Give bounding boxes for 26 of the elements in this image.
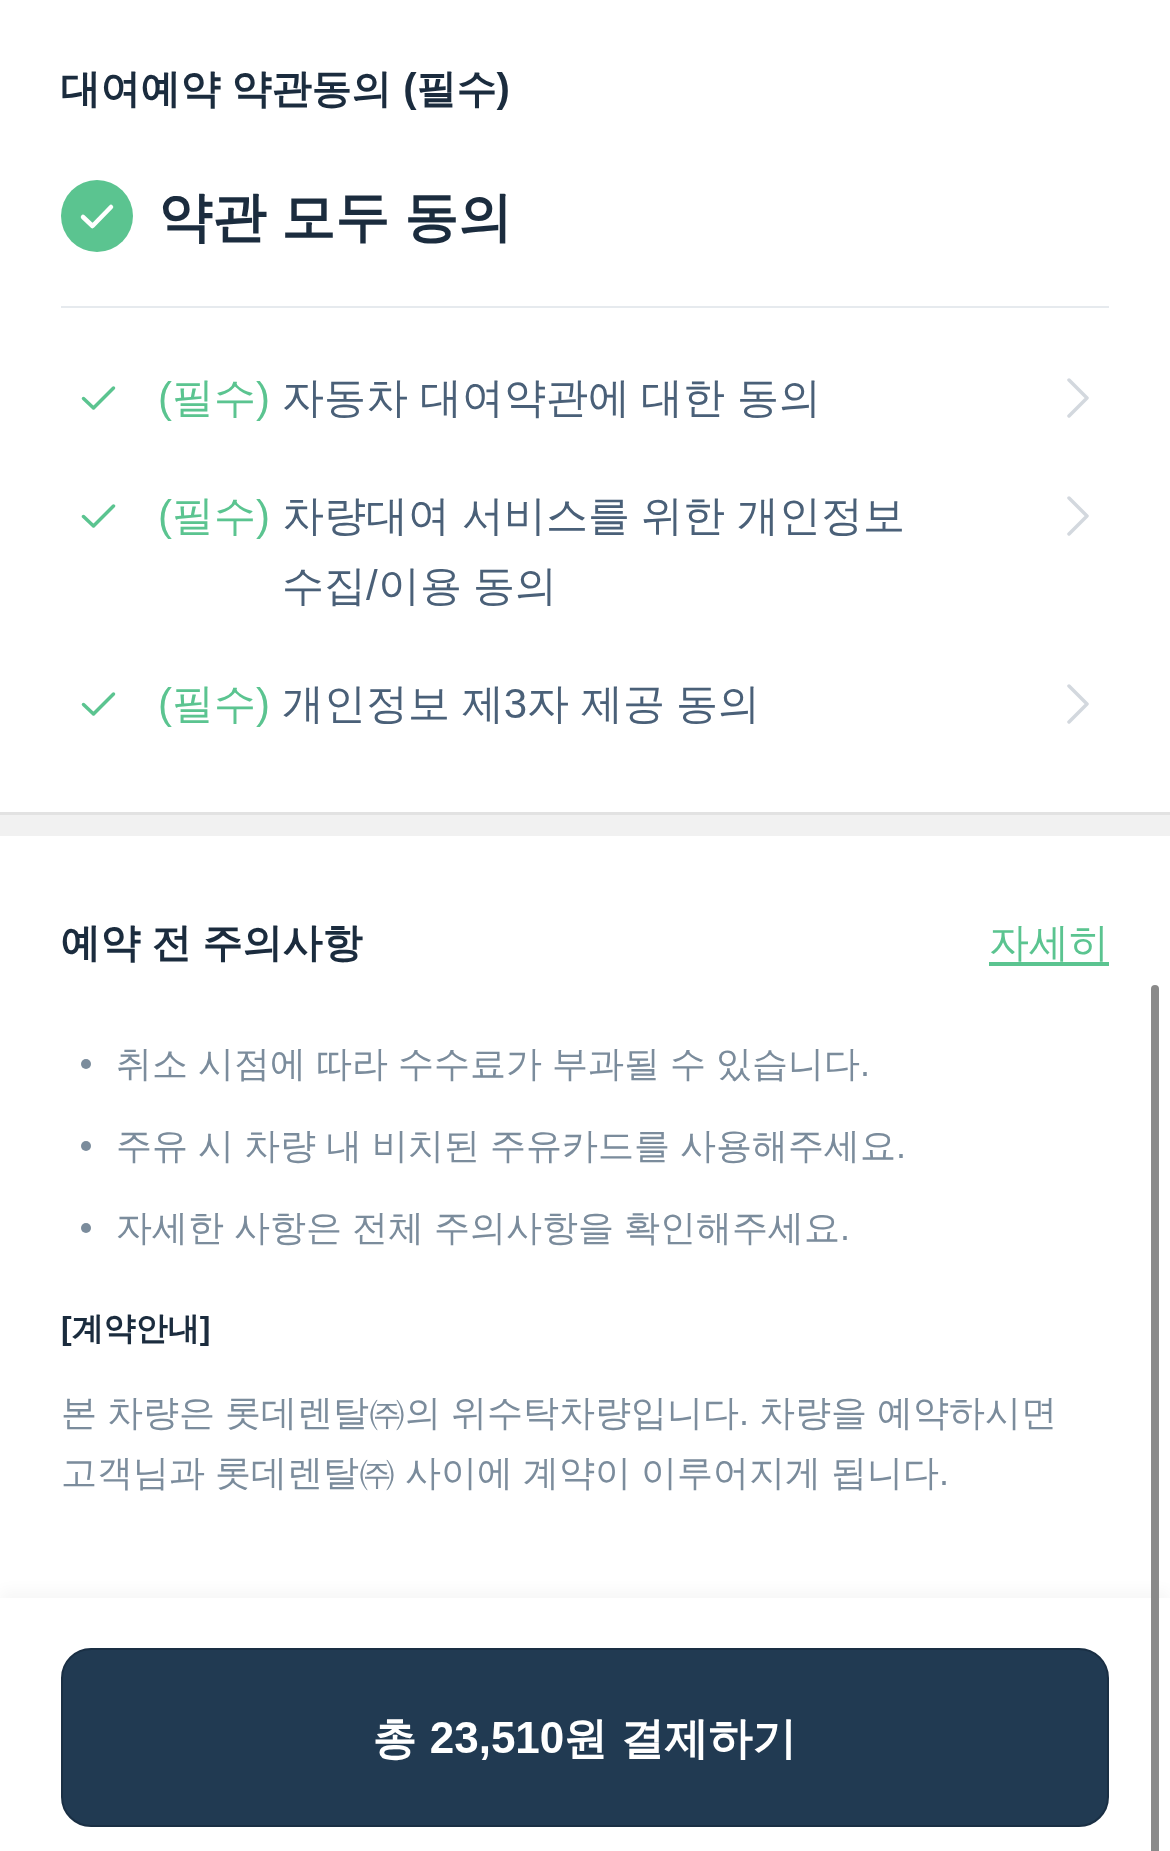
notice-text: 취소 시점에 따라 수수료가 부과될 수 있습니다. bbox=[116, 1042, 870, 1086]
agreement-label[interactable]: 자동차 대여약관에 대한 동의 bbox=[282, 363, 821, 433]
notice-text: 주유 시 차량 내 비치된 주유카드를 사용해주세요. bbox=[116, 1124, 906, 1168]
agree-all-label[interactable]: 약관 모두 동의 bbox=[159, 180, 513, 252]
scrollbar-thumb[interactable] bbox=[1151, 985, 1159, 1851]
bullet-icon bbox=[81, 1141, 91, 1151]
contract-text: 본 차량은 롯데렌탈㈜의 위수탁차량입니다. 차량을 예약하시면 고객님과 롯데렌탈㈜ 사이에 계약이 이루어지게 됩니다. bbox=[61, 1391, 1058, 1495]
section-title: 예약 전 주의사항 bbox=[61, 919, 364, 966]
bullet-icon bbox=[81, 1059, 91, 1069]
chevron-right-icon[interactable] bbox=[1066, 684, 1090, 724]
chevron-right-icon[interactable] bbox=[1066, 496, 1090, 536]
section-title: 대여예약 약관동의 (필수) bbox=[61, 65, 510, 112]
notice-text: 자세한 사항은 전체 주의사항을 확인해주세요. bbox=[116, 1206, 850, 1250]
agreement-label[interactable]: 개인정보 제3자 제공 동의 bbox=[282, 669, 761, 739]
required-tag: (필수) bbox=[158, 363, 270, 433]
check-circle-icon[interactable] bbox=[61, 180, 133, 252]
required-tag: (필수) bbox=[158, 669, 270, 739]
check-icon[interactable] bbox=[81, 503, 116, 529]
check-icon[interactable] bbox=[81, 385, 116, 411]
chevron-right-icon[interactable] bbox=[1066, 378, 1090, 418]
check-icon[interactable] bbox=[81, 691, 116, 717]
bullet-icon bbox=[81, 1223, 91, 1233]
agreement-label[interactable]: 차량대여 서비스를 위한 개인정보 수집/이용 동의 bbox=[282, 481, 982, 621]
required-tag: (필수) bbox=[158, 481, 270, 551]
pay-button[interactable]: 총 23,510원 결제하기 bbox=[61, 1648, 1109, 1827]
contract-title: [계약안내] bbox=[61, 1309, 211, 1348]
